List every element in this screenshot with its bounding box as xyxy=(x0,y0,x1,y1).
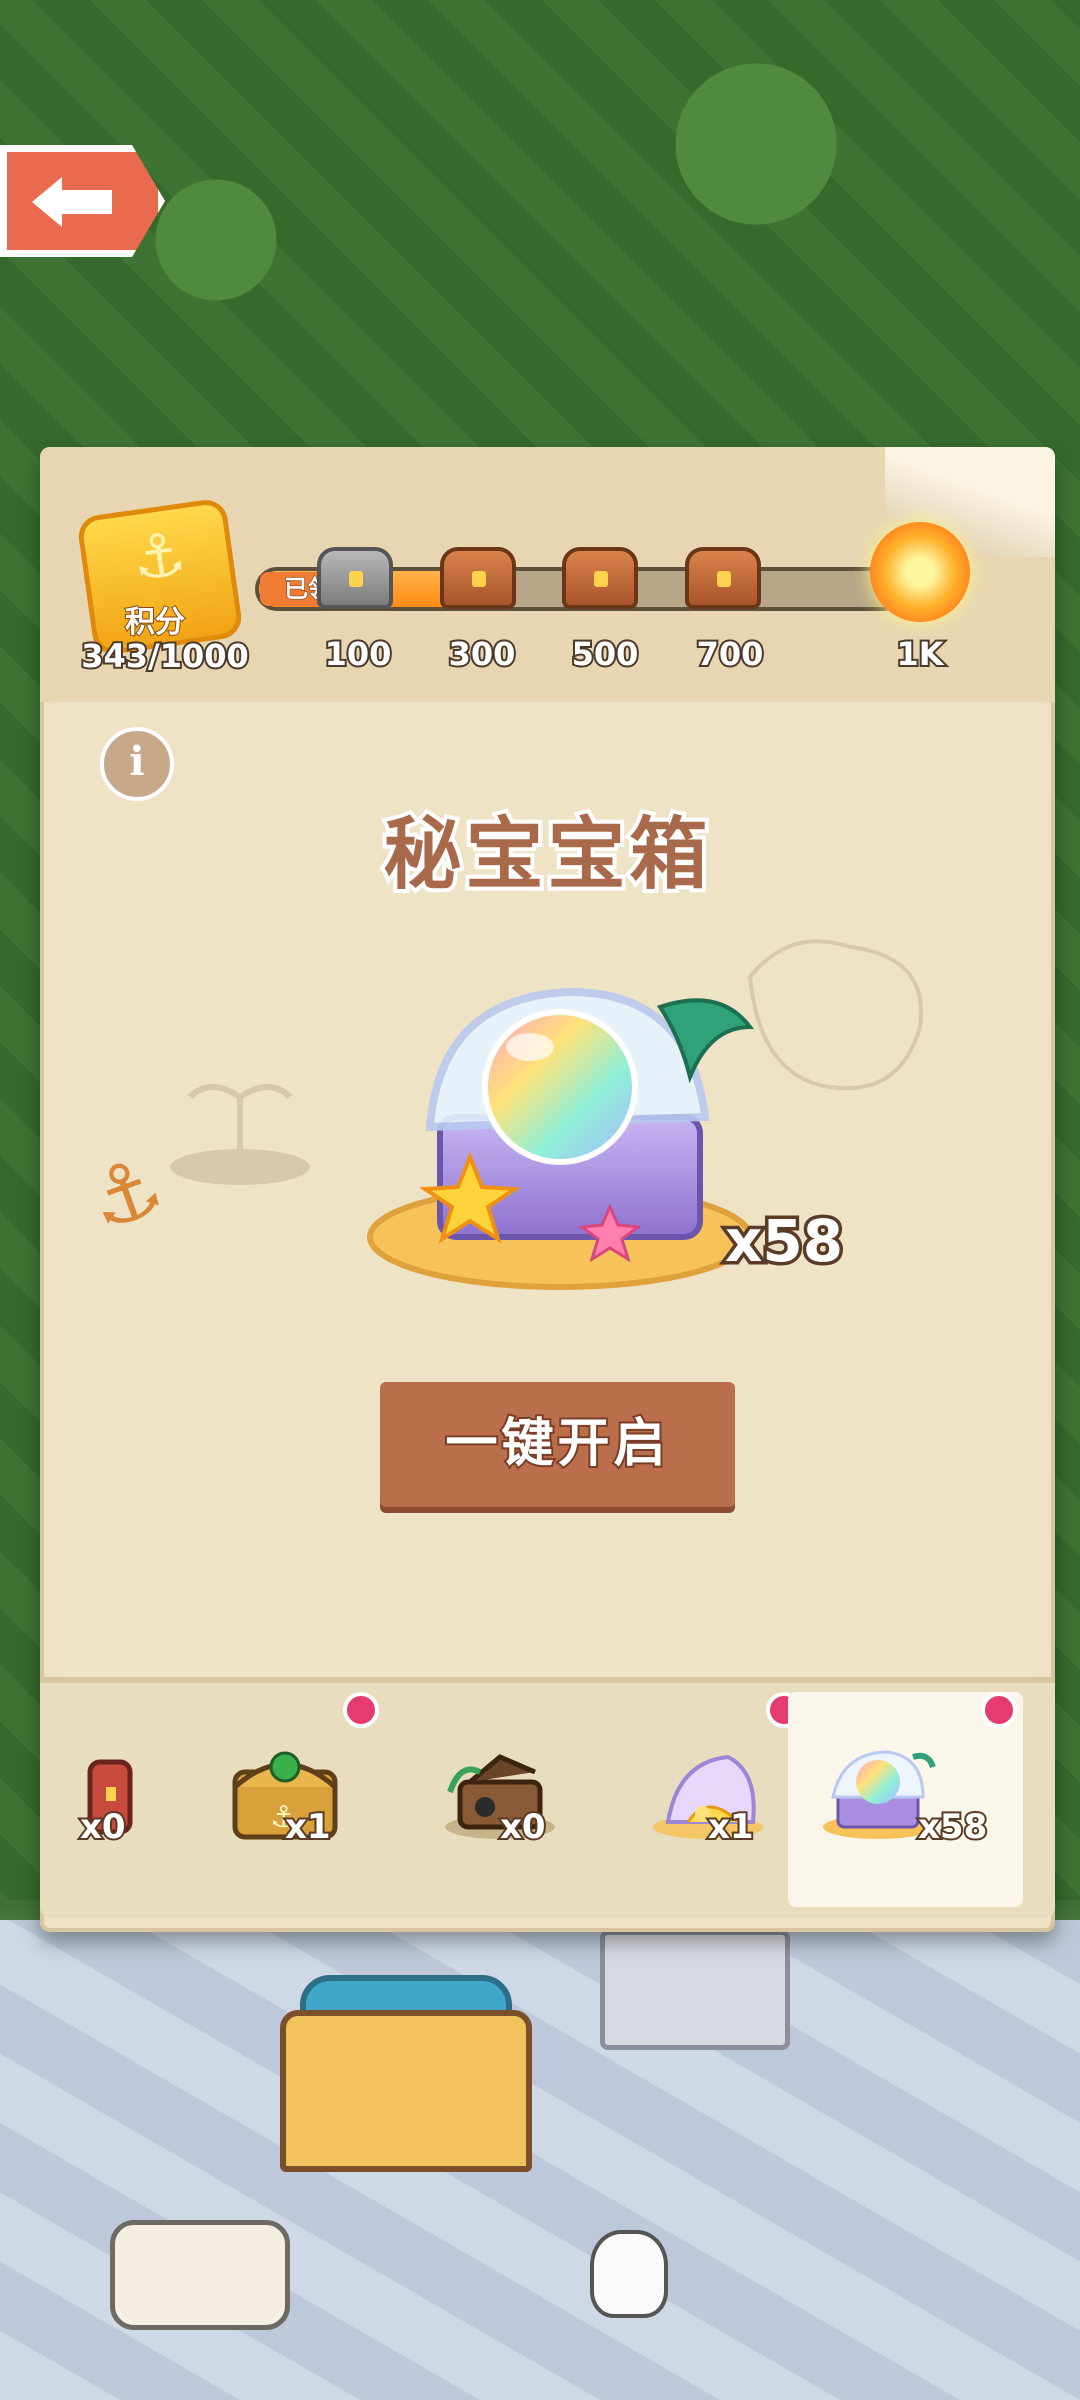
palm-island-decoration xyxy=(170,1084,310,1185)
item-count: x0 xyxy=(498,1805,548,1849)
info-button[interactable]: i xyxy=(100,727,174,801)
item-count: x1 xyxy=(283,1805,333,1849)
item-count: x58 xyxy=(916,1805,989,1849)
milestone-label-300: 300 xyxy=(447,633,518,675)
cat-character xyxy=(590,2230,668,2318)
item-count: x0 xyxy=(78,1805,128,1849)
milestone-label-500: 500 xyxy=(570,633,641,675)
rainbow-treasure-chest-icon xyxy=(367,987,755,1290)
selector-item-gold-anchor-chest[interactable]: ⚓ x1 xyxy=(185,1692,385,1907)
new-badge xyxy=(981,1692,1017,1728)
milestone-label-700: 700 xyxy=(695,633,766,675)
open-all-button[interactable]: 一键开启 xyxy=(380,1382,735,1507)
milestone-label-1k: 1K xyxy=(894,633,945,675)
chest-count: x58 xyxy=(721,1204,846,1279)
treasure-chest-panel: ⚓ 积分 343/1000 已领取 100 300 500 700 1K i 秘… xyxy=(40,447,1055,1932)
item-count: x1 xyxy=(706,1805,756,1849)
shop-building xyxy=(280,2010,532,2172)
milestone-chest-100[interactable] xyxy=(317,547,393,609)
back-button[interactable] xyxy=(0,145,165,257)
milestone-chest-700[interactable] xyxy=(685,547,761,609)
new-badge xyxy=(343,1692,379,1728)
anchor-icon: ⚓ xyxy=(127,518,191,596)
milestone-label-100: 100 xyxy=(323,633,394,675)
milestone-chest-300[interactable] xyxy=(440,547,516,609)
arrow-left-icon xyxy=(32,177,112,227)
final-reward-rose-icon[interactable] xyxy=(870,522,970,622)
score-value: 343/1000 xyxy=(79,635,251,677)
selector-item-rainbow-chest[interactable]: x58 xyxy=(788,1692,1023,1907)
score-label: 积分 xyxy=(124,604,186,641)
milestone-chest-500[interactable] xyxy=(562,547,638,609)
tower-building xyxy=(600,1930,790,2050)
selector-item-shell-chest[interactable]: x1 xyxy=(608,1692,808,1907)
selector-item-pirate-chest[interactable]: x0 xyxy=(400,1692,600,1907)
selector-item-red-chest[interactable]: x0 xyxy=(0,1692,180,1907)
chest-title: 秘宝宝箱 xyxy=(379,806,712,904)
delivery-car xyxy=(110,2220,290,2330)
